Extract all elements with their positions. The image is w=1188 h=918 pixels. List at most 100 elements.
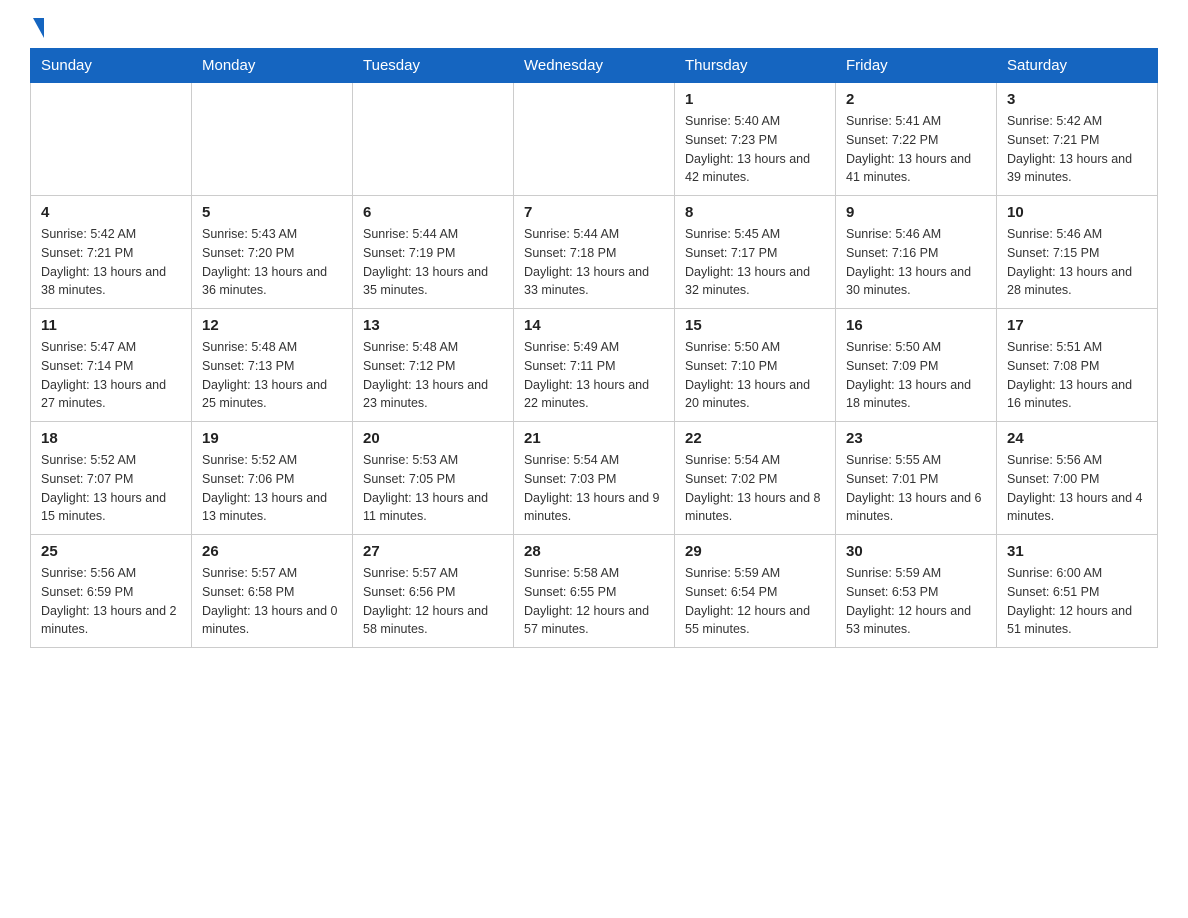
day-info: Sunrise: 5:56 AMSunset: 6:59 PMDaylight:… — [41, 564, 181, 639]
day-number: 31 — [1007, 543, 1147, 560]
day-info: Sunrise: 5:48 AMSunset: 7:12 PMDaylight:… — [363, 338, 503, 413]
day-info: Sunrise: 5:42 AMSunset: 7:21 PMDaylight:… — [1007, 112, 1147, 187]
day-number: 13 — [363, 317, 503, 334]
calendar-week-row-5: 25 Sunrise: 5:56 AMSunset: 6:59 PMDayligh… — [31, 535, 1158, 648]
day-info: Sunrise: 6:00 AMSunset: 6:51 PMDaylight:… — [1007, 564, 1147, 639]
weekday-header-saturday: Saturday — [997, 49, 1158, 83]
day-info: Sunrise: 5:52 AMSunset: 7:07 PMDaylight:… — [41, 451, 181, 526]
day-number: 7 — [524, 204, 664, 221]
day-number: 27 — [363, 543, 503, 560]
day-number: 15 — [685, 317, 825, 334]
day-number: 18 — [41, 430, 181, 447]
day-number: 28 — [524, 543, 664, 560]
calendar-cell: 9 Sunrise: 5:46 AMSunset: 7:16 PMDaylight… — [836, 196, 997, 309]
calendar-cell — [31, 83, 192, 196]
calendar-cell: 20 Sunrise: 5:53 AMSunset: 7:05 PMDayligh… — [353, 422, 514, 535]
calendar-cell: 12Sunrise: 5:48 AMSunset: 7:13 PMDayligh… — [192, 309, 353, 422]
weekday-header-thursday: Thursday — [675, 49, 836, 83]
calendar-week-row-1: 1 Sunrise: 5:40 AMSunset: 7:23 PMDaylight… — [31, 83, 1158, 196]
day-number: 6 — [363, 204, 503, 221]
day-info: Sunrise: 5:43 AMSunset: 7:20 PMDaylight:… — [202, 225, 342, 300]
calendar-cell: 22 Sunrise: 5:54 AMSunset: 7:02 PMDayligh… — [675, 422, 836, 535]
day-number: 10 — [1007, 204, 1147, 221]
calendar-cell — [192, 83, 353, 196]
day-info: Sunrise: 5:42 AMSunset: 7:21 PMDaylight:… — [41, 225, 181, 300]
calendar-cell: 23Sunrise: 5:55 AMSunset: 7:01 PMDayligh… — [836, 422, 997, 535]
calendar-cell: 17Sunrise: 5:51 AMSunset: 7:08 PMDayligh… — [997, 309, 1158, 422]
day-number: 12 — [202, 317, 342, 334]
calendar-cell — [353, 83, 514, 196]
calendar-cell: 26Sunrise: 5:57 AMSunset: 6:58 PMDayligh… — [192, 535, 353, 648]
day-number: 8 — [685, 204, 825, 221]
calendar-cell: 28 Sunrise: 5:58 AMSunset: 6:55 PMDayligh… — [514, 535, 675, 648]
day-info: Sunrise: 5:44 AMSunset: 7:18 PMDaylight:… — [524, 225, 664, 300]
day-number: 2 — [846, 91, 986, 108]
weekday-header-tuesday: Tuesday — [353, 49, 514, 83]
day-info: Sunrise: 5:54 AMSunset: 7:03 PMDaylight:… — [524, 451, 664, 526]
day-number: 23 — [846, 430, 986, 447]
day-info: Sunrise: 5:49 AMSunset: 7:11 PMDaylight:… — [524, 338, 664, 413]
day-info: Sunrise: 5:59 AMSunset: 6:54 PMDaylight:… — [685, 564, 825, 639]
weekday-header-row: SundayMondayTuesdayWednesdayThursdayFrid… — [31, 49, 1158, 83]
day-info: Sunrise: 5:52 AMSunset: 7:06 PMDaylight:… — [202, 451, 342, 526]
day-number: 24 — [1007, 430, 1147, 447]
calendar-cell: 29 Sunrise: 5:59 AMSunset: 6:54 PMDayligh… — [675, 535, 836, 648]
day-number: 11 — [41, 317, 181, 334]
calendar-cell: 31 Sunrise: 6:00 AMSunset: 6:51 PMDayligh… — [997, 535, 1158, 648]
calendar-cell: 21 Sunrise: 5:54 AMSunset: 7:03 PMDayligh… — [514, 422, 675, 535]
page-header — [30, 20, 1158, 38]
day-number: 22 — [685, 430, 825, 447]
weekday-header-sunday: Sunday — [31, 49, 192, 83]
calendar-cell: 27 Sunrise: 5:57 AMSunset: 6:56 PMDayligh… — [353, 535, 514, 648]
day-info: Sunrise: 5:54 AMSunset: 7:02 PMDaylight:… — [685, 451, 825, 526]
calendar-cell: 7 Sunrise: 5:44 AMSunset: 7:18 PMDaylight… — [514, 196, 675, 309]
calendar-cell: 15 Sunrise: 5:50 AMSunset: 7:10 PMDayligh… — [675, 309, 836, 422]
calendar-week-row-3: 11Sunrise: 5:47 AMSunset: 7:14 PMDayligh… — [31, 309, 1158, 422]
calendar-cell: 24Sunrise: 5:56 AMSunset: 7:00 PMDayligh… — [997, 422, 1158, 535]
calendar-cell — [514, 83, 675, 196]
calendar-cell: 8 Sunrise: 5:45 AMSunset: 7:17 PMDaylight… — [675, 196, 836, 309]
calendar-cell: 11Sunrise: 5:47 AMSunset: 7:14 PMDayligh… — [31, 309, 192, 422]
day-number: 21 — [524, 430, 664, 447]
day-number: 9 — [846, 204, 986, 221]
day-info: Sunrise: 5:51 AMSunset: 7:08 PMDaylight:… — [1007, 338, 1147, 413]
day-info: Sunrise: 5:46 AMSunset: 7:16 PMDaylight:… — [846, 225, 986, 300]
calendar-cell: 16 Sunrise: 5:50 AMSunset: 7:09 PMDayligh… — [836, 309, 997, 422]
day-number: 25 — [41, 543, 181, 560]
day-info: Sunrise: 5:40 AMSunset: 7:23 PMDaylight:… — [685, 112, 825, 187]
day-number: 16 — [846, 317, 986, 334]
calendar-cell: 14 Sunrise: 5:49 AMSunset: 7:11 PMDayligh… — [514, 309, 675, 422]
calendar-cell: 2Sunrise: 5:41 AMSunset: 7:22 PMDaylight… — [836, 83, 997, 196]
day-number: 14 — [524, 317, 664, 334]
day-info: Sunrise: 5:50 AMSunset: 7:10 PMDaylight:… — [685, 338, 825, 413]
day-info: Sunrise: 5:53 AMSunset: 7:05 PMDaylight:… — [363, 451, 503, 526]
day-number: 4 — [41, 204, 181, 221]
day-number: 19 — [202, 430, 342, 447]
logo-triangle-icon — [33, 18, 44, 38]
calendar-cell: 19 Sunrise: 5:52 AMSunset: 7:06 PMDayligh… — [192, 422, 353, 535]
day-number: 3 — [1007, 91, 1147, 108]
calendar-cell: 10 Sunrise: 5:46 AMSunset: 7:15 PMDayligh… — [997, 196, 1158, 309]
weekday-header-monday: Monday — [192, 49, 353, 83]
calendar-week-row-4: 18 Sunrise: 5:52 AMSunset: 7:07 PMDayligh… — [31, 422, 1158, 535]
day-info: Sunrise: 5:44 AMSunset: 7:19 PMDaylight:… — [363, 225, 503, 300]
day-info: Sunrise: 5:57 AMSunset: 6:56 PMDaylight:… — [363, 564, 503, 639]
calendar-cell: 25 Sunrise: 5:56 AMSunset: 6:59 PMDayligh… — [31, 535, 192, 648]
day-number: 26 — [202, 543, 342, 560]
day-info: Sunrise: 5:59 AMSunset: 6:53 PMDaylight:… — [846, 564, 986, 639]
day-info: Sunrise: 5:46 AMSunset: 7:15 PMDaylight:… — [1007, 225, 1147, 300]
day-number: 5 — [202, 204, 342, 221]
day-number: 20 — [363, 430, 503, 447]
day-number: 29 — [685, 543, 825, 560]
day-info: Sunrise: 5:50 AMSunset: 7:09 PMDaylight:… — [846, 338, 986, 413]
day-number: 30 — [846, 543, 986, 560]
day-info: Sunrise: 5:58 AMSunset: 6:55 PMDaylight:… — [524, 564, 664, 639]
logo — [30, 20, 44, 38]
day-number: 1 — [685, 91, 825, 108]
day-info: Sunrise: 5:45 AMSunset: 7:17 PMDaylight:… — [685, 225, 825, 300]
calendar-cell: 1 Sunrise: 5:40 AMSunset: 7:23 PMDaylight… — [675, 83, 836, 196]
weekday-header-wednesday: Wednesday — [514, 49, 675, 83]
calendar-cell: 4 Sunrise: 5:42 AMSunset: 7:21 PMDaylight… — [31, 196, 192, 309]
calendar-cell: 6 Sunrise: 5:44 AMSunset: 7:19 PMDaylight… — [353, 196, 514, 309]
calendar-cell: 5 Sunrise: 5:43 AMSunset: 7:20 PMDaylight… — [192, 196, 353, 309]
